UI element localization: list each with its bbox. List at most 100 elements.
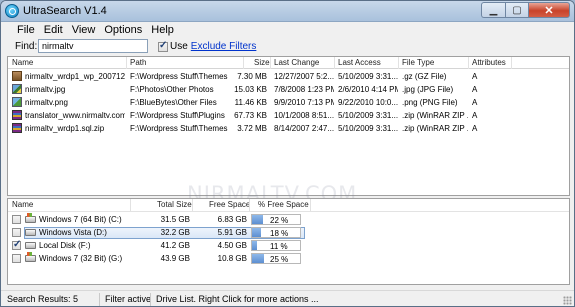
status-filter: Filter active: [105, 294, 152, 304]
col-drive-name-header[interactable]: Name: [12, 200, 33, 209]
image-jpg-icon: [12, 84, 22, 94]
result-row[interactable]: nirmaltv.png F:\BlueBytes\Other Files 11…: [8, 96, 569, 109]
drive-free-percent: 22 %: [270, 216, 289, 225]
drive-free-space: 10.8 GB: [217, 254, 247, 263]
result-file-type: .jpg (JPG File): [402, 85, 454, 94]
result-path: F:\Wordpress Stuff\Themes: [130, 124, 228, 133]
use-exclude-filters: Use Exclude Filters: [158, 40, 257, 52]
result-file-type: .gz (GZ File): [402, 72, 447, 81]
col-file-type-header[interactable]: File Type: [402, 58, 434, 67]
drive-checkbox[interactable]: [12, 215, 21, 224]
drive-free-percent: 11 %: [270, 242, 288, 251]
result-last-change: 8/14/2007 2:47...: [274, 124, 334, 133]
drive-free-percent-bar: 11 %: [251, 240, 301, 251]
drive-checkbox[interactable]: [12, 239, 21, 250]
result-attributes: A: [472, 124, 478, 133]
col-attributes-header[interactable]: Attributes: [472, 58, 506, 67]
minimize-button[interactable]: ▁: [481, 2, 505, 18]
col-total-size-header[interactable]: Total Size: [157, 200, 192, 209]
drive-checkbox[interactable]: [12, 228, 21, 237]
result-attributes: A: [472, 85, 478, 94]
drive-row[interactable]: Windows Vista (D:) 32.2 GB 5.91 GB 18 %: [8, 227, 569, 239]
archive-zip-icon: [12, 123, 22, 133]
result-last-change: 9/9/2010 7:13 PM: [274, 98, 334, 107]
menu-bar: File Edit View Options Help: [1, 22, 574, 38]
result-name: nirmaltv.jpg: [25, 85, 66, 94]
col-path-header[interactable]: Path: [130, 58, 146, 67]
result-attributes: A: [472, 111, 478, 120]
maximize-icon: ▢: [512, 4, 522, 16]
system-drive-icon: [25, 229, 36, 236]
drive-free-percent-bar: 18 %: [251, 227, 301, 238]
find-input[interactable]: [38, 39, 148, 53]
app-search-icon[interactable]: [5, 4, 19, 18]
result-row[interactable]: nirmaltv_wrdp1_wp_2007122... F:\Wordpres…: [8, 70, 569, 83]
status-hint: Drive List. Right Click for more actions…: [156, 294, 319, 304]
drive-total-size: 31.5 GB: [160, 215, 190, 224]
drive-free-space: 6.83 GB: [217, 215, 247, 224]
menu-help[interactable]: Help: [147, 22, 179, 38]
result-name: nirmaltv.png: [25, 98, 68, 107]
col-last-change-header[interactable]: Last Change: [274, 58, 319, 67]
drive-row[interactable]: Windows 7 (32 Bit) (G:) 43.9 GB 10.8 GB …: [8, 252, 569, 265]
col-free-space-header[interactable]: Free Space: [209, 200, 250, 209]
col-pct-free-header[interactable]: % Free Space: [258, 200, 309, 209]
menu-edit[interactable]: Edit: [40, 22, 68, 38]
drive-row[interactable]: Windows 7 (64 Bit) (C:) 31.5 GB 6.83 GB …: [8, 213, 569, 226]
result-size: 3.72 MB: [237, 124, 267, 133]
system-drive-icon: [25, 252, 36, 262]
resize-grip-icon[interactable]: [563, 296, 572, 305]
result-file-type: .png (PNG File): [402, 98, 458, 107]
window-title: UltraSearch V1.4: [23, 5, 107, 17]
col-name-header[interactable]: Name: [12, 58, 33, 67]
result-file-type: .zip (WinRAR ZIP ...: [402, 111, 468, 120]
result-attributes: A: [472, 72, 478, 81]
drive-name: Windows Vista (D:): [39, 228, 107, 237]
result-name: nirmaltv_wrdp1_wp_2007122...: [25, 72, 125, 81]
result-last-change: 7/8/2008 1:23 PM: [274, 85, 334, 94]
title-bar[interactable]: UltraSearch V1.4 ▁ ▢ ✕: [1, 1, 574, 22]
result-row[interactable]: translator_www.nirmaltv.com... F:\Wordpr…: [8, 109, 569, 122]
result-name: nirmaltv_wrdp1.sql.zip: [25, 124, 105, 133]
result-path: F:\Wordpress Stuff\Plugins: [130, 111, 225, 120]
menu-file[interactable]: File: [13, 22, 40, 38]
result-size: 67.73 KB: [234, 111, 267, 120]
drive-free-percent: 18 %: [270, 229, 289, 238]
result-path: F:\Photos\Other Photos: [130, 85, 214, 94]
result-path: F:\BlueBytes\Other Files: [130, 98, 217, 107]
menu-options[interactable]: Options: [100, 22, 147, 38]
drive-free-space: 4.50 GB: [217, 241, 247, 250]
drive-list[interactable]: Name Total Size Free Space % Free Space …: [7, 198, 570, 285]
menu-view[interactable]: View: [68, 22, 101, 38]
window-controls: ▁ ▢ ✕: [481, 2, 570, 19]
result-name: translator_www.nirmaltv.com...: [25, 111, 125, 120]
drive-name: Windows 7 (32 Bit) (G:): [39, 254, 123, 263]
result-size: 11.46 KB: [234, 98, 267, 107]
result-row[interactable]: nirmaltv_wrdp1.sql.zip F:\Wordpress Stuf…: [8, 122, 569, 135]
drive-row[interactable]: Local Disk (F:) 41.2 GB 4.50 GB 11 %: [8, 239, 569, 252]
close-icon: ✕: [544, 4, 554, 17]
close-button[interactable]: ✕: [528, 2, 570, 18]
result-last-access: 2/6/2010 4:14 PM: [338, 85, 398, 94]
use-label: Use: [170, 41, 188, 52]
drive-free-percent-bar: 25 %: [251, 253, 301, 264]
drive-checkbox[interactable]: [12, 254, 21, 263]
result-size: 15.03 KB: [234, 85, 267, 94]
drive-total-size: 32.2 GB: [160, 228, 190, 237]
drive-free-percent: 25 %: [270, 255, 289, 264]
status-bar: Search Results: 5 Filter active Drive Li…: [1, 290, 574, 306]
result-last-change: 12/27/2007 5:2...: [274, 72, 334, 81]
result-last-access: 5/10/2009 3:31...: [338, 124, 398, 133]
hard-drive-icon: [25, 242, 36, 249]
col-last-access-header[interactable]: Last Access: [338, 58, 381, 67]
col-size-header[interactable]: Size: [254, 58, 270, 67]
exclude-filters-link[interactable]: Exclude Filters: [191, 41, 257, 52]
results-list[interactable]: Name Path Size Last Change Last Access F…: [7, 56, 570, 196]
result-row[interactable]: nirmaltv.jpg F:\Photos\Other Photos 15.0…: [8, 83, 569, 96]
drive-name: Windows 7 (64 Bit) (C:): [39, 215, 122, 224]
maximize-button[interactable]: ▢: [505, 2, 528, 18]
use-exclude-checkbox[interactable]: [158, 40, 168, 52]
find-bar: Find: Use Exclude Filters: [1, 38, 574, 55]
result-file-type: .zip (WinRAR ZIP ...: [402, 124, 468, 133]
result-attributes: A: [472, 98, 478, 107]
